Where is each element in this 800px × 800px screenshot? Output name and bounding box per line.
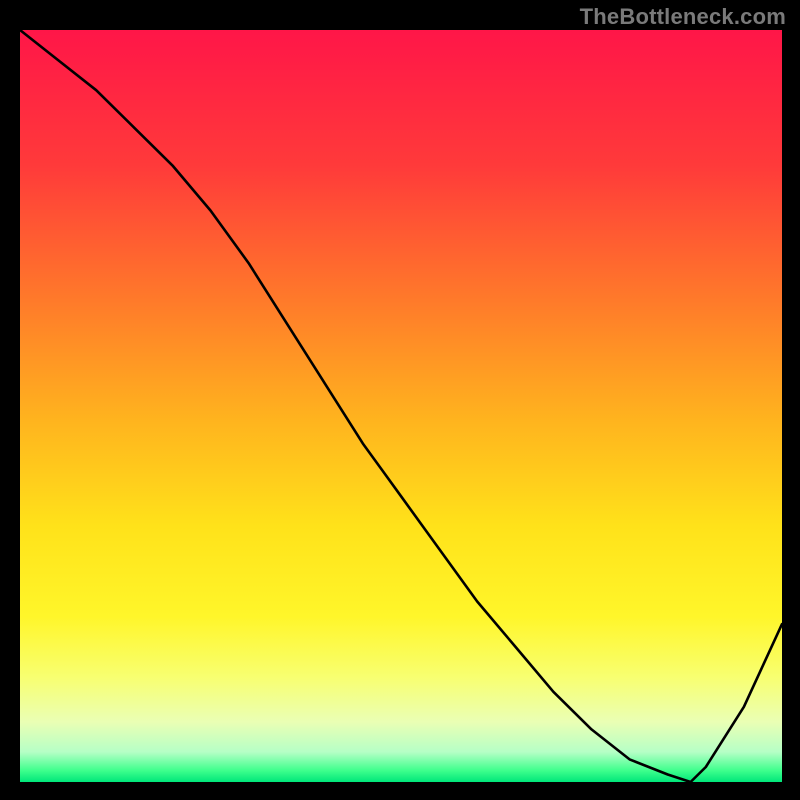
plot-area [20, 30, 782, 782]
watermark-text: TheBottleneck.com [580, 4, 786, 30]
chart-container: { "watermark": "TheBottleneck.com", "bot… [0, 0, 800, 800]
line-chart [0, 0, 800, 800]
